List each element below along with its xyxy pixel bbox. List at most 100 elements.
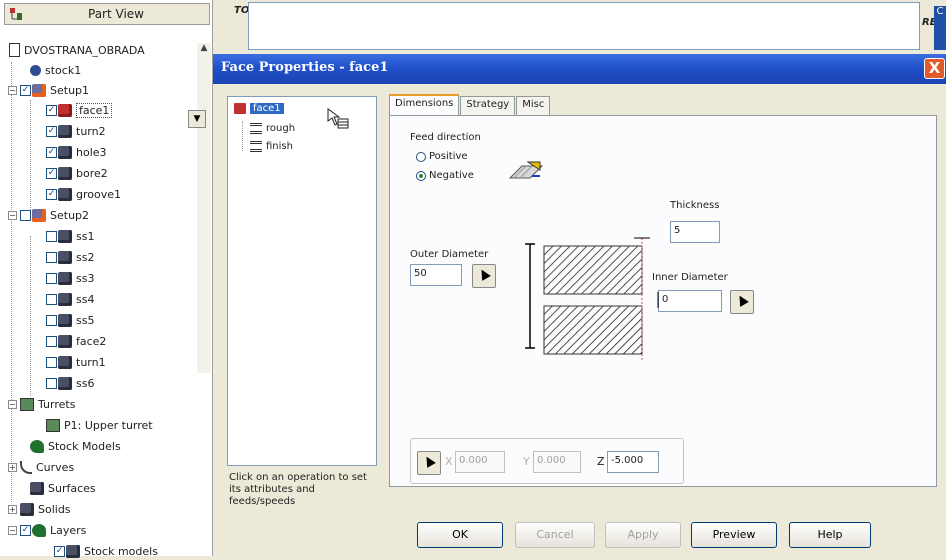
operation-face1[interactable]: face1 xyxy=(234,103,284,114)
preview-button[interactable]: Preview xyxy=(691,522,777,548)
tree-item-stock-models[interactable]: Stock Models xyxy=(30,437,121,455)
outer-diameter-field[interactable]: 50 xyxy=(410,264,462,286)
tree-root[interactable]: DVOSTRANA_OBRADA xyxy=(9,41,145,59)
tree-item-label: Setup2 xyxy=(50,208,90,222)
checkbox[interactable]: ✓ xyxy=(54,545,65,557)
tab-dimensions[interactable]: Dimensions xyxy=(389,94,460,115)
help-button[interactable]: Help xyxy=(789,522,871,548)
pick-cursor-icon xyxy=(735,293,749,307)
pick-inner-diameter-button[interactable] xyxy=(730,290,754,314)
tab-strategy[interactable]: Strategy xyxy=(460,96,516,115)
part-view-header[interactable]: Part View xyxy=(4,3,210,25)
tree-item-ss4[interactable]: ss4 xyxy=(46,290,94,308)
positive-radio[interactable]: Positive xyxy=(416,151,468,162)
inner-diameter-field[interactable]: 0 xyxy=(658,290,722,312)
collapse-toggle[interactable]: − xyxy=(8,85,17,95)
tree-item-face1[interactable]: ✓ face1 xyxy=(46,101,113,119)
close-button[interactable]: X xyxy=(924,58,945,79)
tree-item-label: Curves xyxy=(36,460,75,474)
operation-icon xyxy=(58,187,72,201)
tree-item-ss2[interactable]: ss2 xyxy=(46,248,94,266)
operations-panel: face1 rough finish xyxy=(227,96,377,466)
dialog-title-bar[interactable]: Face Properties - face1 X xyxy=(213,54,946,84)
pick-outer-diameter-button[interactable] xyxy=(472,264,496,288)
checkbox[interactable]: ✓ xyxy=(46,188,57,200)
tree-item-setup2[interactable]: − Setup2 xyxy=(8,206,89,224)
expand-toggle[interactable]: + xyxy=(8,504,17,514)
thickness-field[interactable]: 5 xyxy=(670,221,720,243)
tree-item-upper-turret[interactable]: P1: Upper turret xyxy=(46,416,153,434)
document-icon xyxy=(9,43,20,57)
dimensions-tab-body: Feed direction Positive Negative Thickne… xyxy=(389,115,937,487)
z-field[interactable]: -5.000 xyxy=(607,451,659,473)
tree-item-label: Solids xyxy=(38,502,71,516)
tree-root-label: DVOSTRANA_OBRADA xyxy=(24,43,145,57)
tree-item-setup1[interactable]: − ✓ Setup1 xyxy=(8,81,89,99)
tree-item-label: ss6 xyxy=(76,376,95,390)
collapse-toggle[interactable]: − xyxy=(8,210,17,220)
tree-item-hole3[interactable]: ✓ hole3 xyxy=(46,143,107,161)
checkbox[interactable]: ✓ xyxy=(46,146,57,158)
cancel-button[interactable]: Cancel xyxy=(515,522,595,548)
tree-item-solids[interactable]: + Solids xyxy=(8,500,71,518)
coordinate-group: X 0.000 Y 0.000 Z -5.000 xyxy=(410,438,684,484)
tree-item-turn2[interactable]: ✓ turn2 xyxy=(46,122,106,140)
tree-item-turn1[interactable]: turn1 xyxy=(46,353,106,371)
ops-tree-line xyxy=(242,121,243,151)
x-field[interactable]: 0.000 xyxy=(455,451,505,473)
checkbox[interactable] xyxy=(46,356,57,368)
checkbox[interactable] xyxy=(46,272,57,284)
top-input-area[interactable] xyxy=(248,2,920,50)
checkbox[interactable] xyxy=(46,293,57,305)
tree-item-ss6[interactable]: ss6 xyxy=(46,374,94,392)
positive-label: Positive xyxy=(429,151,468,162)
tree-item-curves[interactable]: + Curves xyxy=(8,458,74,476)
tree-item-ss1[interactable]: ss1 xyxy=(46,227,94,245)
top-right-button[interactable]: C xyxy=(934,6,946,50)
tree-item-stock1[interactable]: stock1 xyxy=(30,61,81,79)
negative-radio[interactable]: Negative xyxy=(416,170,474,181)
operation-finish[interactable]: finish xyxy=(250,141,293,152)
tree-item-stock-models-layer[interactable]: ✓ Stock models xyxy=(54,542,158,560)
apply-button[interactable]: Apply xyxy=(605,522,681,548)
checkbox[interactable] xyxy=(20,209,31,221)
checkbox[interactable] xyxy=(46,251,57,263)
tree-item-turrets[interactable]: − Turrets xyxy=(8,395,75,413)
y-field[interactable]: 0.000 xyxy=(533,451,581,473)
setup-icon xyxy=(32,208,46,222)
thickness-label: Thickness xyxy=(670,200,720,211)
ok-button[interactable]: OK xyxy=(417,522,503,548)
checkbox[interactable] xyxy=(46,377,57,389)
scroll-up-icon[interactable]: ▲ xyxy=(197,43,211,57)
checkbox[interactable]: ✓ xyxy=(20,84,31,96)
tree-item-ss5[interactable]: ss5 xyxy=(46,311,94,329)
expand-toggle[interactable]: + xyxy=(8,462,17,472)
checkbox[interactable] xyxy=(46,314,57,326)
tab-misc[interactable]: Misc xyxy=(516,96,551,115)
tree-item-ss3[interactable]: ss3 xyxy=(46,269,94,287)
checkbox[interactable] xyxy=(46,230,57,242)
checkbox[interactable]: ✓ xyxy=(46,104,57,116)
checkbox[interactable] xyxy=(46,335,57,347)
tree-item-bore2[interactable]: ✓ bore2 xyxy=(46,164,108,182)
operation-rough[interactable]: rough xyxy=(250,123,295,134)
part-view-scrollbar[interactable]: ▲ xyxy=(197,43,211,373)
feed-direction-icon xyxy=(508,161,544,179)
tree-item-surfaces[interactable]: Surfaces xyxy=(30,479,96,497)
checkbox[interactable]: ✓ xyxy=(46,167,57,179)
top-right-label: RE xyxy=(922,17,937,28)
tab-strip: Dimensions Strategy Misc xyxy=(389,94,551,116)
part-view-icon xyxy=(9,7,23,21)
collapse-toggle[interactable]: − xyxy=(8,525,17,535)
chevron-down-icon[interactable]: ▼ xyxy=(188,110,206,128)
tree-item-face2[interactable]: face2 xyxy=(46,332,106,350)
tree-item-layers[interactable]: − ✓ Layers xyxy=(8,521,86,539)
checkbox[interactable]: ✓ xyxy=(46,125,57,137)
tree-item-groove1[interactable]: ✓ groove1 xyxy=(46,185,121,203)
pick-point-button[interactable] xyxy=(417,451,441,475)
collapse-toggle[interactable]: − xyxy=(8,399,17,409)
pick-cursor-icon xyxy=(422,454,436,468)
radio-circle xyxy=(416,151,426,162)
checkbox[interactable]: ✓ xyxy=(20,524,31,536)
finish-pass-icon xyxy=(250,141,262,152)
